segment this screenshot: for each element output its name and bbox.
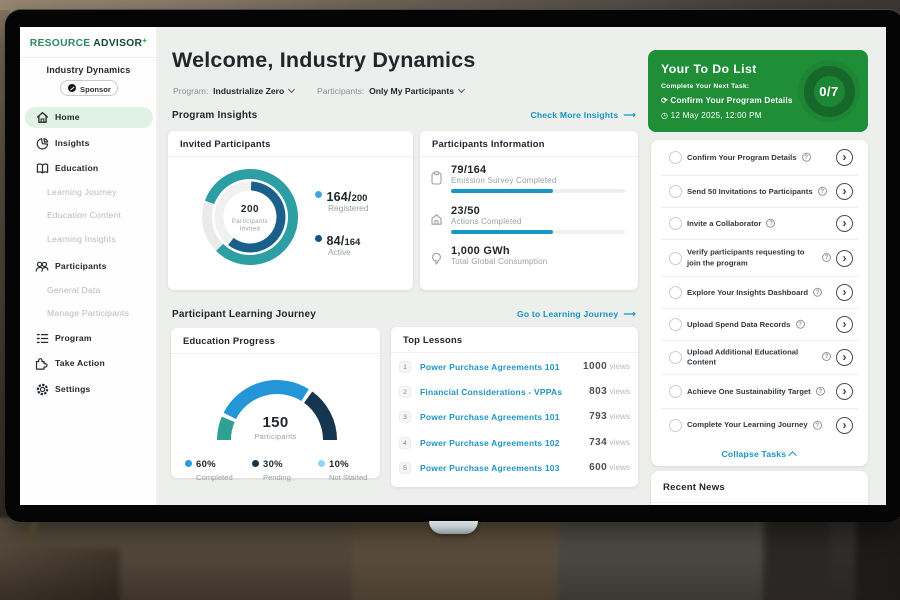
svg-text:Invited: Invited (240, 227, 260, 233)
svg-text:Participants: Participants (232, 219, 268, 225)
svg-text:200: 200 (241, 204, 259, 215)
